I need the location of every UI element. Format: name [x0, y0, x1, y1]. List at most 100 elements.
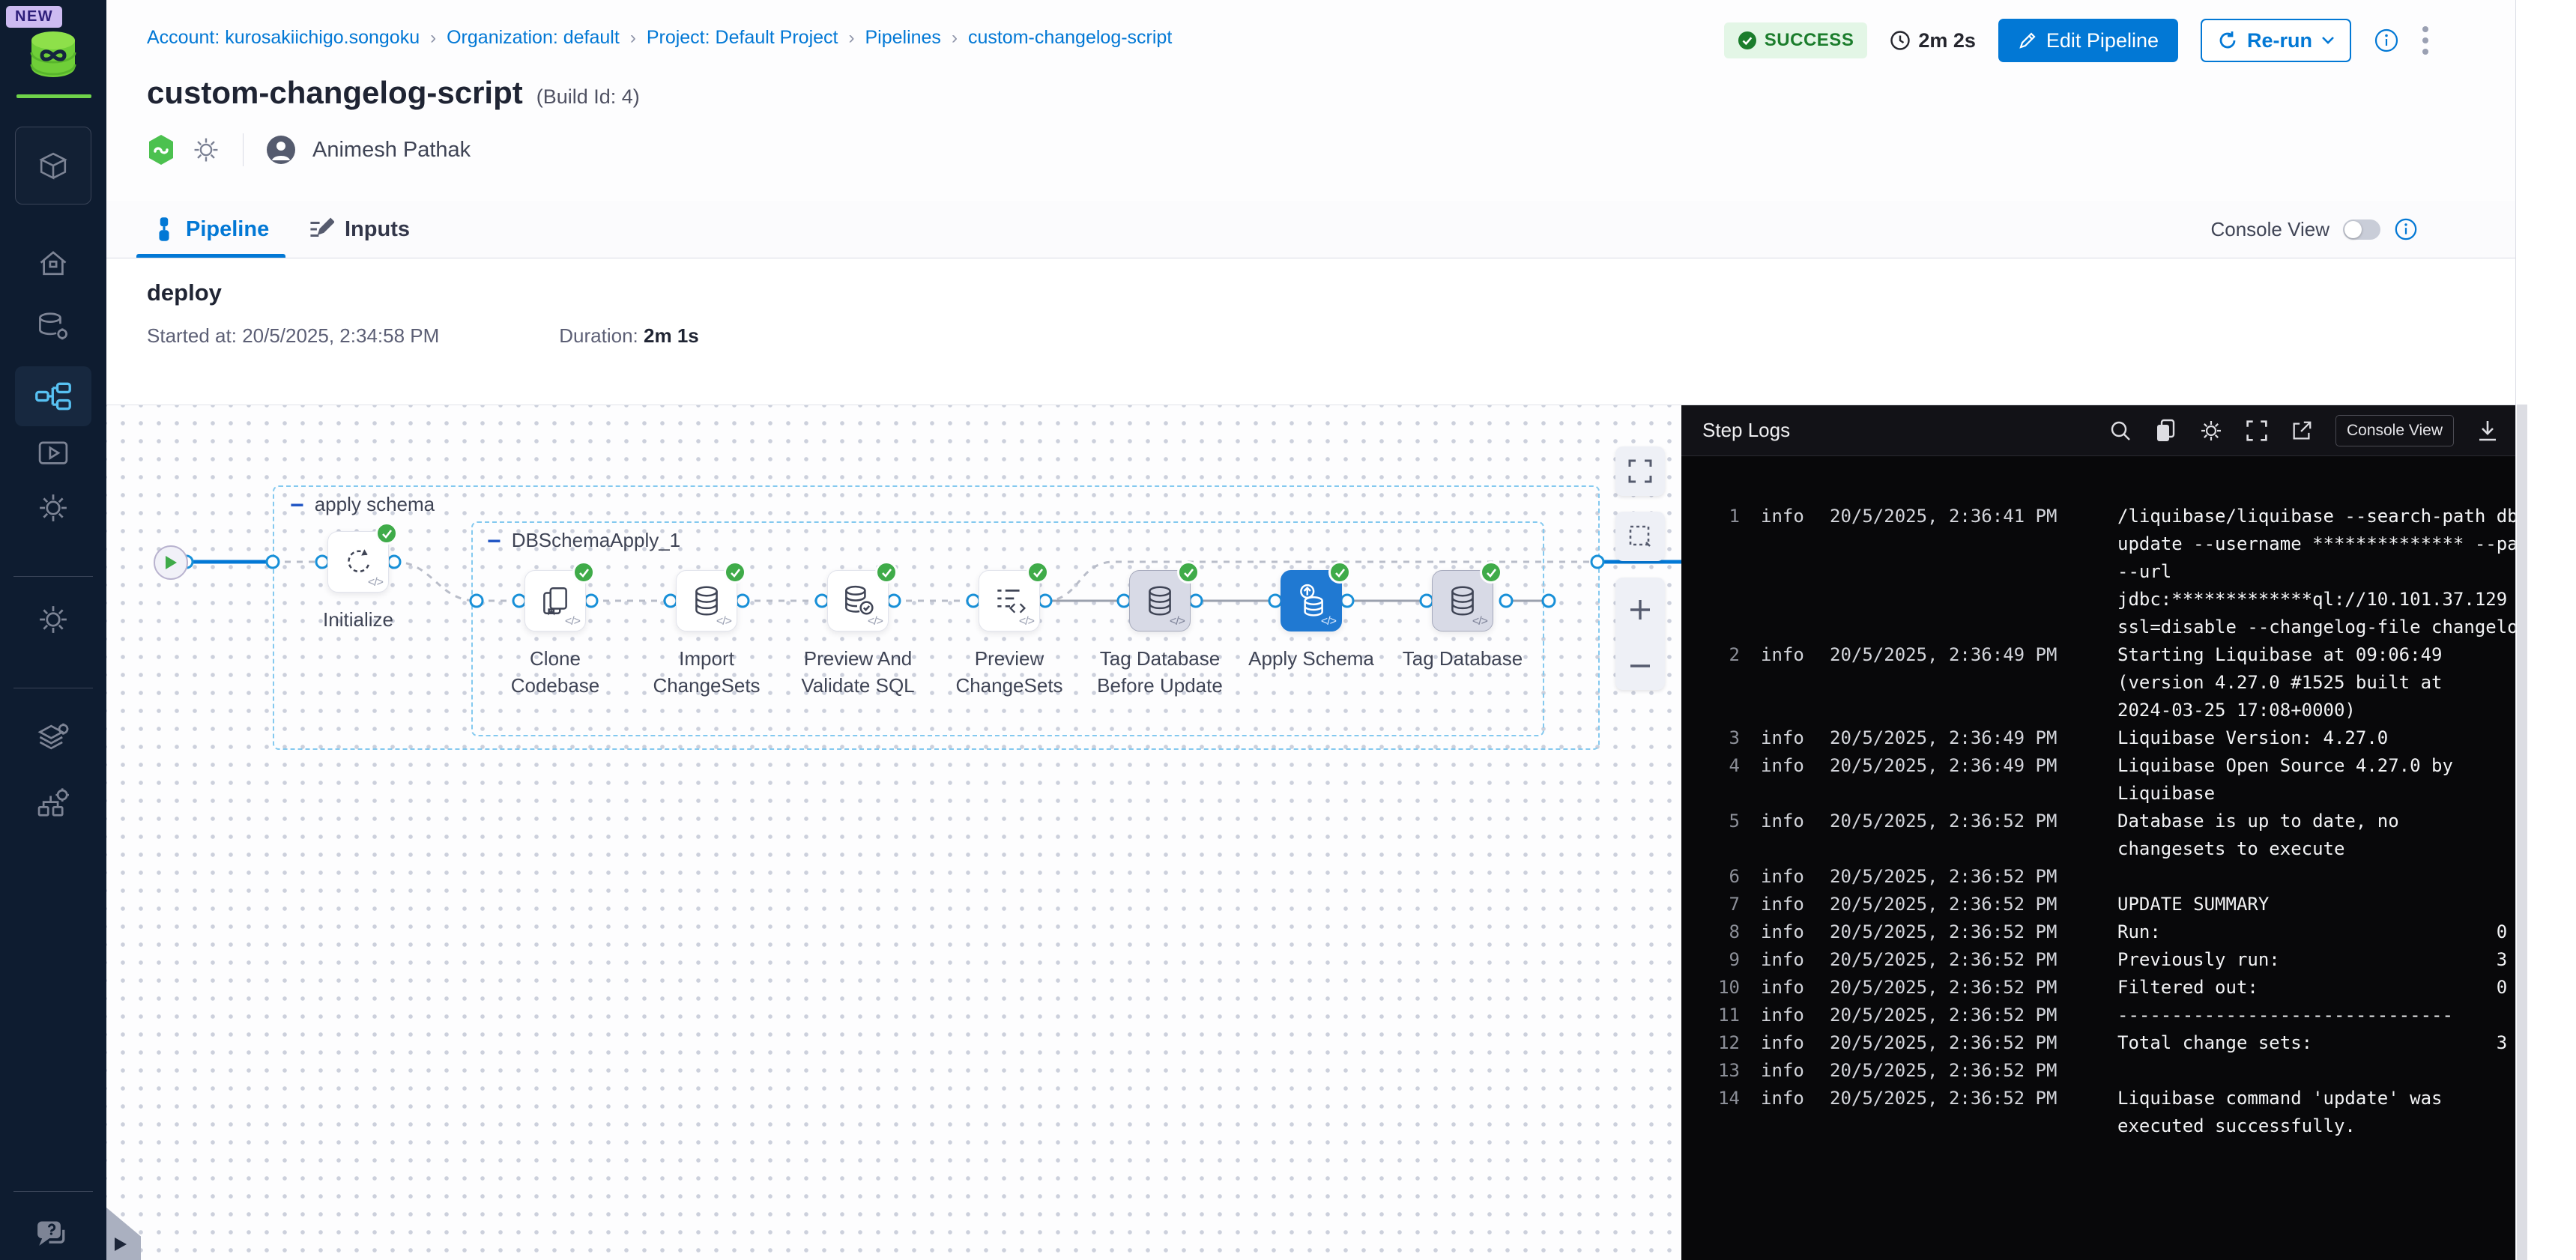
- log-row: 1info20/5/2025, 2:36:41 PM/liquibase/liq…: [1701, 503, 2515, 641]
- gear-icon: [37, 491, 70, 524]
- cd-module-icon: [147, 134, 175, 166]
- step-code-badge: </>: [368, 576, 383, 590]
- log-timestamp: 20/5/2025, 2:36:49 PM: [1830, 752, 2093, 780]
- log-line-number: 12: [1701, 1029, 1740, 1057]
- info-icon[interactable]: [2394, 217, 2418, 241]
- gear-icon[interactable]: [192, 136, 220, 164]
- sidebar-module-selector[interactable]: [15, 127, 91, 205]
- sidebar-item-account-settings[interactable]: [0, 603, 106, 636]
- db-check-icon: [841, 584, 875, 618]
- node-label: Apply Schema: [1248, 645, 1375, 672]
- sidebar-item-help[interactable]: [0, 1220, 106, 1253]
- log-timestamp: 20/5/2025, 2:36:52 PM: [1830, 863, 2093, 891]
- refresh-icon: [341, 545, 375, 579]
- log-level: info: [1761, 1002, 1810, 1029]
- canvas-fit-button[interactable]: [1615, 446, 1665, 496]
- log-message: [2117, 863, 2515, 891]
- log-timestamp: 20/5/2025, 2:36:52 PM: [1830, 918, 2093, 946]
- breadcrumb-separator: ›: [952, 28, 958, 49]
- step-code-badge: </>: [1019, 615, 1034, 629]
- play-icon: [164, 555, 178, 570]
- pipeline-tab-icon: [153, 216, 175, 242]
- node-label: Initialize: [294, 606, 422, 633]
- sidebar-item-resources[interactable]: [0, 721, 106, 754]
- logs-console-view-button[interactable]: Console View: [2335, 415, 2454, 446]
- log-settings-gear-icon[interactable]: [2199, 419, 2223, 443]
- log-line-number: 3: [1701, 724, 1740, 752]
- logs-scrollbar[interactable]: [2517, 405, 2527, 1260]
- step-success-check-icon: [875, 561, 898, 584]
- sidebar-item-home[interactable]: [0, 247, 106, 280]
- breadcrumb-separator: ›: [630, 28, 636, 49]
- home-icon: [37, 247, 70, 280]
- pipeline-node-clone-codebase[interactable]: </>: [524, 570, 586, 631]
- log-row: 2info20/5/2025, 2:36:49 PMStarting Liqui…: [1701, 641, 2515, 724]
- step-logs-header: Step Logs Console View: [1681, 405, 2515, 456]
- run-info-icon[interactable]: [2374, 28, 2399, 53]
- kebab-menu-icon[interactable]: [2422, 24, 2429, 57]
- pipeline-node-preview-changesets[interactable]: </>: [979, 570, 1040, 631]
- flowchart-gear-icon: [36, 787, 70, 820]
- log-line-number: 13: [1701, 1057, 1740, 1085]
- breadcrumb-link[interactable]: Account: kurosakiichigo.songoku: [147, 27, 420, 49]
- log-timestamp: 20/5/2025, 2:36:52 PM: [1830, 1085, 2093, 1112]
- zoom-in-icon[interactable]: [1627, 597, 1653, 623]
- log-timestamp: 20/5/2025, 2:36:49 PM: [1830, 724, 2093, 752]
- breadcrumb-separator: ›: [848, 28, 854, 49]
- step-success-check-icon: [1027, 561, 1049, 584]
- database-devops-logo-icon[interactable]: [27, 30, 79, 83]
- download-icon[interactable]: [2476, 419, 2499, 443]
- step-success-check-icon: [572, 561, 595, 584]
- sidebar-item-executions[interactable]: [0, 439, 106, 469]
- zoom-out-icon[interactable]: [1627, 661, 1653, 670]
- copy-icon: [538, 584, 572, 618]
- search-icon[interactable]: [2109, 420, 2132, 442]
- step-code-badge: </>: [1170, 615, 1185, 629]
- step-logs-panel: Step Logs Console View 1info20/5/2025, 2…: [1681, 405, 2515, 1260]
- total-duration: 2m 2s: [1890, 29, 1976, 52]
- list-code-icon: [992, 584, 1027, 618]
- pipelines-icon: [34, 382, 72, 411]
- log-timestamp: 20/5/2025, 2:36:52 PM: [1830, 808, 2093, 835]
- breadcrumb-link[interactable]: Project: Default Project: [647, 27, 838, 49]
- page-title-row: custom-changelog-script (Build Id: 4): [147, 75, 640, 111]
- console-view-toggle[interactable]: [2343, 219, 2380, 240]
- console-view-label: Console View: [2210, 218, 2329, 241]
- sidebar-item-databases[interactable]: [0, 309, 106, 342]
- fit-view-icon: [1627, 458, 1653, 484]
- tab-pipeline[interactable]: Pipeline: [153, 201, 269, 258]
- pipeline-node-tag-database[interactable]: </>: [1432, 570, 1493, 631]
- pipeline-node-preview-and-validate-sql[interactable]: </>: [827, 570, 889, 631]
- rerun-label: Re-run: [2247, 29, 2312, 52]
- page-title: custom-changelog-script: [147, 75, 523, 111]
- copy-icon[interactable]: [2154, 419, 2177, 443]
- node-label: Tag Database Before Update: [1096, 645, 1224, 699]
- rerun-button[interactable]: Re-run: [2201, 19, 2351, 62]
- expand-fullscreen-icon[interactable]: [2246, 420, 2268, 442]
- success-check-icon: [1738, 31, 1757, 50]
- log-message: UPDATE SUMMARY: [2117, 891, 2515, 918]
- canvas-select-button[interactable]: [1615, 512, 1665, 561]
- pipeline-meta-row: Animesh Pathak: [147, 133, 471, 166]
- sidebar-item-org-settings[interactable]: [0, 787, 106, 820]
- breadcrumb-link[interactable]: Pipelines: [865, 27, 940, 49]
- sidebar-item-pipelines-active[interactable]: [15, 366, 91, 426]
- pipeline-node-apply-schema[interactable]: </>: [1281, 570, 1342, 631]
- node-label: Preview ChangeSets: [946, 645, 1073, 699]
- open-in-new-icon[interactable]: [2291, 420, 2313, 442]
- breadcrumb-link[interactable]: custom-changelog-script: [968, 27, 1172, 49]
- node-label: Tag Database: [1399, 645, 1526, 672]
- pipeline-canvas[interactable]: − apply schema − DBSchemaApply_1: [106, 405, 1681, 1260]
- log-line-number: 9: [1701, 946, 1740, 974]
- edit-pipeline-button[interactable]: Edit Pipeline: [1998, 19, 2178, 62]
- step-success-check-icon: [1480, 561, 1502, 584]
- breadcrumb-link[interactable]: Organization: default: [447, 27, 620, 49]
- pipeline-start-node[interactable]: [154, 545, 188, 580]
- pipeline-node-import-changesets[interactable]: </>: [676, 570, 737, 631]
- pipeline-node-initialize[interactable]: </>: [327, 531, 389, 593]
- tab-inputs[interactable]: Inputs: [309, 201, 410, 258]
- pipeline-node-tag-database-before-update[interactable]: </>: [1129, 570, 1191, 631]
- log-level: info: [1761, 918, 1810, 946]
- sidebar-item-settings[interactable]: [0, 491, 106, 524]
- log-level: info: [1761, 1085, 1810, 1112]
